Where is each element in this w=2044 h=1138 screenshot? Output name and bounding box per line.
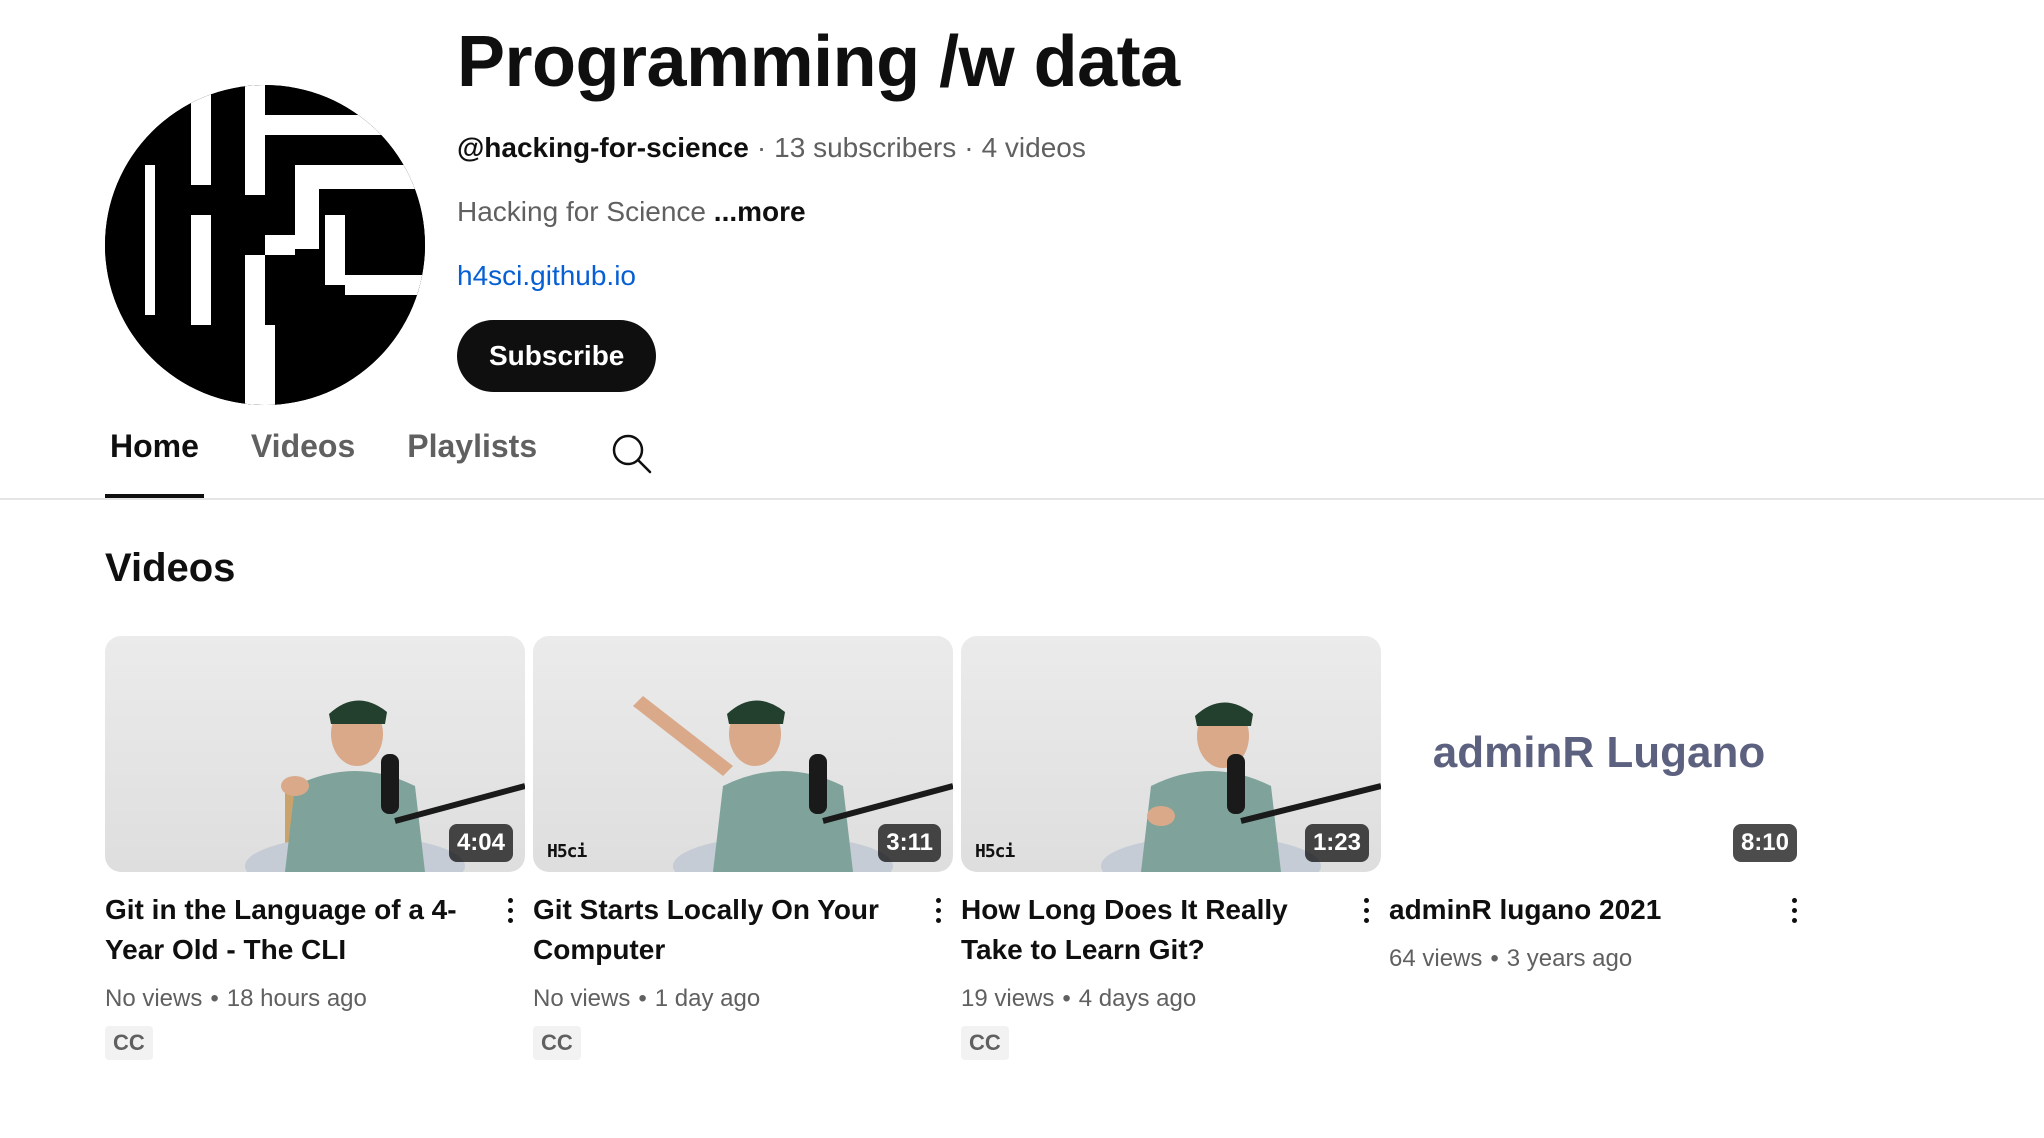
video-card[interactable]: 4:04 Git in the Language of a 4-Year Old… (105, 636, 525, 1060)
cc-badge: CC (105, 1026, 153, 1060)
video-duration: 1:23 (1304, 824, 1369, 862)
video-card[interactable]: adminR Lugano 8:10 adminR lugano 2021 64… (1389, 636, 1809, 1060)
video-details: How Long Does It Really Take to Learn Gi… (961, 890, 1381, 970)
video-count: 4 videos (981, 132, 1086, 163)
video-details: Git in the Language of a 4-Year Old - Th… (105, 890, 525, 970)
upload-age: 3 years ago (1506, 945, 1633, 972)
video-title[interactable]: Git in the Language of a 4-Year Old - Th… (105, 890, 495, 970)
video-title[interactable]: adminR lugano 2021 (1389, 890, 1779, 930)
subscribe-button[interactable]: Subscribe (457, 320, 657, 392)
channel-meta: @hacking-for-science · 13 subscribers · 4 vi… (457, 132, 1180, 164)
h4s-logo-icon (105, 85, 425, 405)
video-thumbnail[interactable]: H5ci 3:11 (533, 636, 953, 872)
cc-badge: CC (961, 1026, 1009, 1060)
subscriber-count: 13 subscribers (774, 132, 957, 163)
thumbnail-text: adminR Lugano (1432, 728, 1766, 777)
tab-videos[interactable]: Videos (246, 414, 360, 498)
video-thumbnail[interactable]: 4:04 (105, 636, 525, 872)
stats-separator: • (210, 985, 219, 1012)
channel-link[interactable]: h4sci.github.io (457, 260, 636, 292)
video-title[interactable]: How Long Does It Really Take to Learn Gi… (961, 890, 1351, 970)
tabs-divider (0, 498, 2044, 500)
video-stats: 19 views • 4 days ago (961, 984, 1381, 1014)
video-stats: 64 views • 3 years ago (1389, 944, 1809, 974)
video-duration: 3:11 (878, 824, 941, 862)
video-stats: No views • 18 hours ago (105, 984, 525, 1014)
video-card[interactable]: H5ci 1:23 How Long Does It Really Take t… (961, 636, 1381, 1060)
channel-info: Programming /w data @hacking-for-science… (457, 20, 1180, 392)
video-duration: 8:10 (1732, 824, 1797, 862)
tab-home[interactable]: Home (105, 414, 204, 498)
channel-handle[interactable]: @hacking-for-science (457, 132, 749, 163)
channel-title: Programming /w data (457, 22, 1180, 102)
stats-separator: • (638, 985, 647, 1012)
more-actions-icon[interactable] (923, 890, 953, 930)
section-title[interactable]: Videos (105, 542, 235, 594)
view-count: No views (105, 985, 203, 1012)
upload-age: 1 day ago (654, 985, 761, 1012)
more-actions-icon[interactable] (1351, 890, 1381, 930)
more-link[interactable]: ...more (714, 196, 806, 227)
more-actions-icon[interactable] (1779, 890, 1809, 930)
meta-separator: · (964, 132, 974, 163)
video-thumbnail[interactable]: adminR Lugano 8:10 (1389, 636, 1809, 872)
channel-tabs: Home Videos Playlists (105, 414, 654, 498)
video-card[interactable]: H5ci 3:11 Git Starts Locally On Your Com… (533, 636, 953, 1060)
channel-watermark: H5ci (547, 841, 587, 862)
video-title[interactable]: Git Starts Locally On Your Computer (533, 890, 923, 970)
tab-playlists[interactable]: Playlists (402, 414, 542, 498)
view-count: No views (533, 985, 631, 1012)
search-icon[interactable] (610, 432, 654, 476)
video-duration: 4:04 (448, 824, 513, 862)
description-text: Hacking for Science (457, 196, 707, 227)
video-grid: 4:04 Git in the Language of a 4-Year Old… (105, 636, 1817, 1060)
cc-badge: CC (533, 1026, 581, 1060)
video-thumbnail[interactable]: H5ci 1:23 (961, 636, 1381, 872)
view-count: 64 views (1389, 945, 1483, 972)
view-count: 19 views (961, 985, 1055, 1012)
upload-age: 4 days ago (1078, 985, 1197, 1012)
video-details: adminR lugano 2021 (1389, 890, 1809, 930)
more-actions-icon[interactable] (495, 890, 525, 930)
channel-avatar (105, 85, 425, 405)
video-details: Git Starts Locally On Your Computer (533, 890, 953, 970)
upload-age: 18 hours ago (226, 985, 367, 1012)
meta-separator: · (756, 132, 767, 163)
stats-separator: • (1062, 985, 1071, 1012)
channel-description[interactable]: Hacking for Science ...more (457, 196, 1180, 228)
stats-separator: • (1490, 945, 1499, 972)
video-stats: No views • 1 day ago (533, 984, 953, 1014)
channel-watermark: H5ci (975, 841, 1015, 862)
